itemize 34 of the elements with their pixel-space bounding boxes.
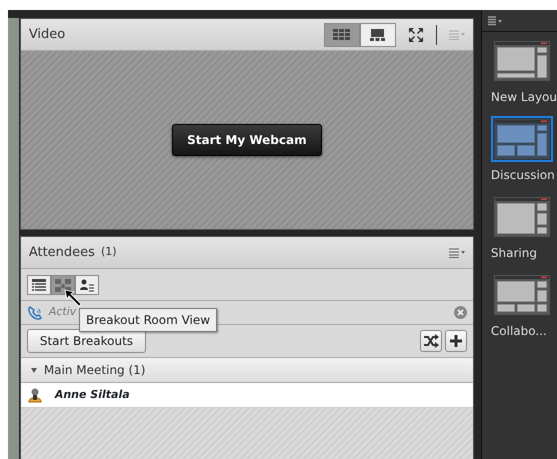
host-icon <box>26 387 43 403</box>
pod-title: Video <box>28 26 66 44</box>
layout-label[interactable]: Sharing <box>490 244 537 262</box>
presenter-view-button[interactable] <box>74 274 99 294</box>
layout-thumbnail[interactable] <box>490 116 553 162</box>
shuffle-icon <box>422 334 439 348</box>
menu-icon[interactable] <box>488 16 502 26</box>
close-icon[interactable] <box>454 306 467 319</box>
layout-label[interactable]: New Layou <box>490 88 557 106</box>
plus-icon <box>448 334 463 348</box>
attendee-count: (1) <box>100 244 117 260</box>
list-icon <box>30 276 48 292</box>
shuffle-button[interactable] <box>420 330 442 352</box>
single-view-button[interactable] <box>360 22 396 46</box>
list-view-button[interactable] <box>26 274 51 294</box>
grid-icon <box>332 28 352 42</box>
layout-label[interactable]: Discussion <box>490 166 555 184</box>
add-button[interactable] <box>444 330 467 352</box>
layout-label[interactable]: Collabo... <box>490 322 547 340</box>
fullscreen-icon[interactable] <box>408 26 424 42</box>
person-list-icon <box>78 276 96 292</box>
single-screen-icon <box>368 28 388 42</box>
group-label[interactable]: Main Meeting (1) <box>44 361 146 379</box>
phone-icon <box>26 304 43 320</box>
attendee-name[interactable]: Anne Siltala <box>54 386 130 404</box>
grid-view-button[interactable] <box>324 22 360 46</box>
start-breakouts-button[interactable]: Start Breakouts <box>26 329 146 353</box>
start-webcam-button[interactable]: Start My Webcam <box>172 124 322 156</box>
menu-icon[interactable] <box>448 248 465 258</box>
pod-title: Attendees <box>28 244 95 262</box>
status-text: Activ <box>48 304 76 320</box>
tooltip: Breakout Room View <box>79 308 218 332</box>
breakout-icon <box>54 276 72 292</box>
expand-caret-icon[interactable] <box>30 366 38 374</box>
